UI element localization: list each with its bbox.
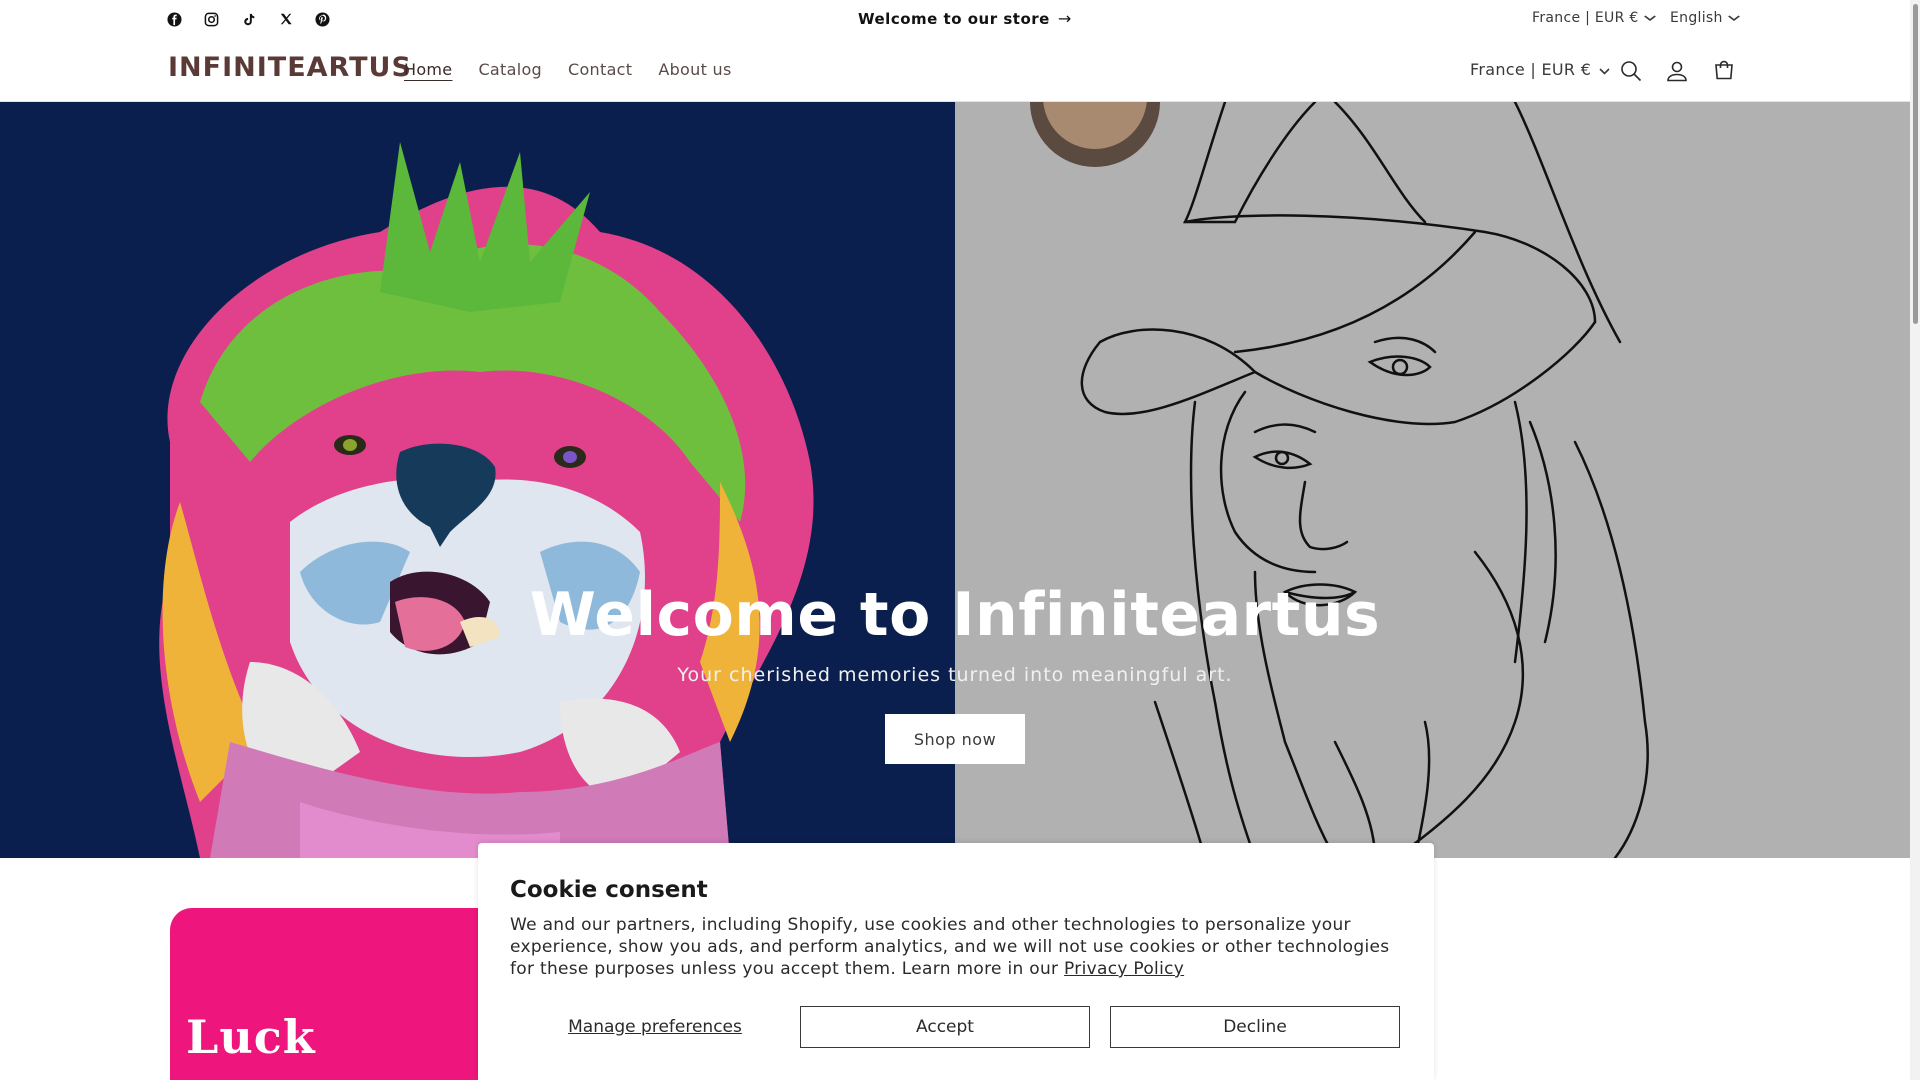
page-scrollbar[interactable] bbox=[1910, 0, 1920, 1080]
pinterest-icon[interactable] bbox=[312, 10, 333, 28]
chevron-down-icon bbox=[1727, 11, 1740, 25]
decline-button[interactable]: Decline bbox=[1110, 1006, 1400, 1048]
tiktok-icon[interactable] bbox=[238, 10, 259, 28]
language-selector[interactable]: English bbox=[1670, 10, 1740, 26]
chevron-down-icon bbox=[1599, 60, 1610, 79]
nav-item-contact[interactable]: Contact bbox=[568, 60, 632, 79]
social-links bbox=[164, 10, 333, 28]
hero-title: Welcome to Infiniteartus bbox=[529, 580, 1381, 650]
announcement-bar: Welcome to our store → France | EUR € En… bbox=[0, 0, 1910, 38]
country-currency-selector[interactable]: France | EUR € bbox=[1532, 10, 1656, 26]
hero-banner: Welcome to Infiniteartus Your cherished … bbox=[0, 102, 1910, 858]
country-currency-label: France | EUR € bbox=[1532, 10, 1639, 26]
account-icon[interactable] bbox=[1664, 58, 1690, 84]
site-logo[interactable]: INFINITEARTUS bbox=[168, 52, 412, 83]
search-icon[interactable] bbox=[1618, 58, 1644, 84]
cart-icon[interactable] bbox=[1711, 58, 1737, 84]
cookie-consent-text: We and our partners, including Shopify, … bbox=[510, 915, 1390, 979]
x-icon[interactable] bbox=[275, 10, 296, 28]
promo-card-text: Luck bbox=[186, 1010, 316, 1064]
cookie-consent-title: Cookie consent bbox=[510, 877, 708, 903]
instagram-icon[interactable] bbox=[201, 10, 222, 28]
chevron-down-icon bbox=[1643, 11, 1656, 25]
nav-item-catalog[interactable]: Catalog bbox=[478, 60, 542, 79]
nav-item-about-us[interactable]: About us bbox=[658, 60, 731, 79]
header-country-currency-label: France | EUR € bbox=[1470, 60, 1592, 79]
announcement-link[interactable]: Welcome to our store → bbox=[858, 9, 1072, 28]
cookie-consent-body: We and our partners, including Shopify, … bbox=[510, 914, 1410, 980]
site-header: INFINITEARTUS Home Catalog Contact About… bbox=[0, 38, 1910, 102]
main-nav: Home Catalog Contact About us bbox=[404, 60, 732, 79]
nav-item-home[interactable]: Home bbox=[404, 60, 452, 79]
facebook-icon[interactable] bbox=[164, 10, 185, 28]
announcement-text: Welcome to our store bbox=[858, 9, 1050, 28]
privacy-policy-link[interactable]: Privacy Policy bbox=[1064, 959, 1184, 979]
language-label: English bbox=[1670, 10, 1723, 26]
cookie-consent-dialog: Cookie consent We and our partners, incl… bbox=[478, 843, 1434, 1080]
scrollbar-thumb[interactable] bbox=[1913, 4, 1918, 324]
arrow-right-icon: → bbox=[1057, 9, 1072, 28]
hero-subtitle: Your cherished memories turned into mean… bbox=[677, 664, 1233, 686]
manage-preferences-button[interactable]: Manage preferences bbox=[510, 1006, 800, 1048]
accept-button[interactable]: Accept bbox=[800, 1006, 1090, 1048]
hero-content: Welcome to Infiniteartus Your cherished … bbox=[0, 102, 1910, 858]
shop-now-button[interactable]: Shop now bbox=[885, 714, 1025, 764]
header-country-currency-selector[interactable]: France | EUR € bbox=[1470, 60, 1610, 79]
